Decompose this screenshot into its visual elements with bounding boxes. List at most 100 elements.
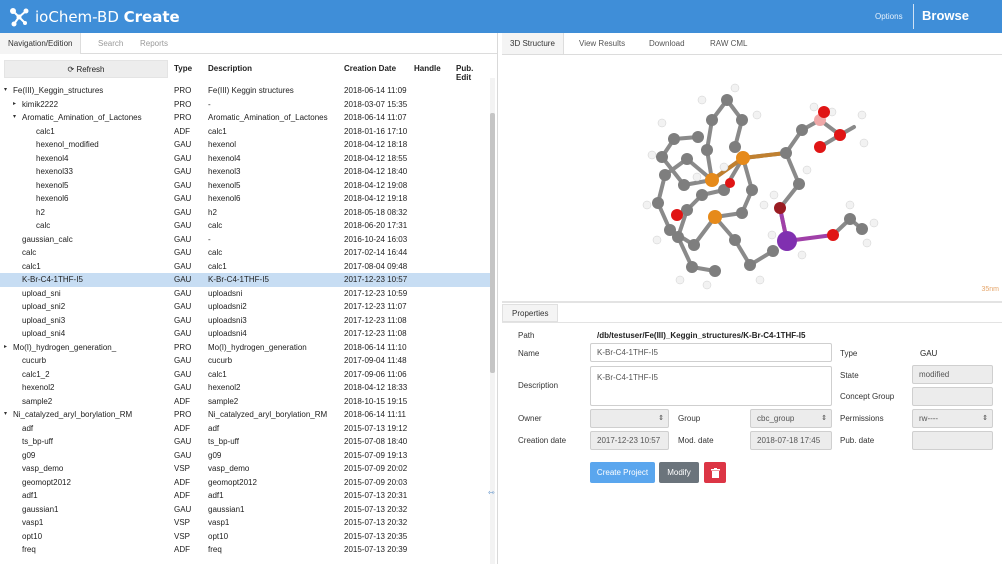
create-project-button[interactable]: Create Project: [590, 462, 655, 483]
col-handle[interactable]: Handle: [414, 64, 441, 73]
left-tabs: Navigation/Edition Search Reports: [0, 33, 497, 54]
description-field[interactable]: K-Br-C4-1THF-I5: [590, 366, 832, 406]
row-name: hexenol2: [22, 383, 55, 392]
tree-row[interactable]: h2 GAU h2 2018-05-18 08:32: [0, 206, 490, 220]
name-field[interactable]: K-Br-C4-1THF-I5: [590, 343, 832, 362]
collapsed-caret-icon[interactable]: ▸: [4, 341, 7, 355]
group-select[interactable]: cbc_group ⇕: [750, 409, 832, 428]
owner-select[interactable]: ⇕: [590, 409, 669, 428]
tree-row[interactable]: gaussian_calc GAU - 2016-10-24 16:03: [0, 233, 490, 247]
row-type: ADF: [174, 126, 190, 136]
row-name: vasp1: [22, 518, 44, 527]
row-name: K-Br-C4-1THF-I5: [22, 275, 83, 284]
row-description: uploadsni3: [208, 315, 247, 325]
permissions-select[interactable]: rw---- ⇕: [912, 409, 993, 428]
modify-button[interactable]: Modify: [659, 462, 699, 483]
row-description: hexenol4: [208, 153, 241, 163]
tree-row[interactable]: hexenol2 GAU hexenol2 2018-04-12 18:33: [0, 381, 490, 395]
tree-row[interactable]: K-Br-C4-1THF-I5 GAU K-Br-C4-1THF-I5 2017-12…: [0, 273, 490, 287]
tab-3d-structure[interactable]: 3D Structure: [502, 33, 564, 54]
row-description: calc1: [208, 369, 227, 379]
tree-row[interactable]: calc GAU calc 2018-06-20 17:31: [0, 219, 490, 233]
row-name: gaussian_calc: [22, 234, 73, 244]
tree-row[interactable]: calc1 ADF calc1 2018-01-16 17:10: [0, 125, 490, 139]
tree-row[interactable]: calc1 GAU calc1 2017-08-04 09:48: [0, 260, 490, 274]
tab-reports[interactable]: Reports: [132, 33, 176, 54]
description-label: Description: [518, 381, 559, 390]
row-creation-date: 2015-07-13 20:32: [344, 504, 408, 514]
tree-row[interactable]: ▾ Ni_catalyzed_aryl_borylation_RM PRO Ni_ca…: [0, 408, 490, 422]
tree-row[interactable]: hexenol5 GAU hexenol5 2018-04-12 19:08: [0, 179, 490, 193]
row-name: Ni_catalyzed_aryl_borylation_RM: [13, 410, 133, 419]
tab-navigation-edition[interactable]: Navigation/Edition: [0, 33, 82, 54]
tree-row[interactable]: sample2 ADF sample2 2018-10-15 19:15: [0, 395, 490, 409]
tree-row[interactable]: ▸ kimik2222 PRO - 2018-03-07 15:35: [0, 98, 490, 112]
tab-view-results[interactable]: View Results: [571, 33, 633, 54]
pub-date-field: [912, 431, 993, 450]
molecule-3d-viewer[interactable]: [502, 55, 1002, 301]
collapsed-caret-icon[interactable]: ▸: [13, 98, 16, 112]
tree-row[interactable]: adf1 ADF adf1 2015-07-13 20:31: [0, 489, 490, 503]
tree-row[interactable]: upload_sni3 GAU uploadsni3 2017-12-23 11:08: [0, 314, 490, 328]
col-creation-date[interactable]: Creation Date: [344, 64, 396, 73]
brand[interactable]: ioChem-BD Create: [8, 6, 180, 28]
tree-row[interactable]: ▾ Fe(III)_Keggin_structures PRO Fe(III) Keg…: [0, 84, 490, 98]
expanded-caret-icon[interactable]: ▾: [4, 408, 7, 422]
row-description: sample2: [208, 396, 239, 406]
tree-row[interactable]: vasp1 VSP vasp1 2015-07-13 20:32: [0, 516, 490, 530]
row-name: hexenol_modified: [36, 140, 99, 149]
tree-column-header: ⟳ Refresh Type Description Creation Date…: [0, 60, 490, 82]
row-description: gaussian1: [208, 504, 245, 514]
row-type: GAU: [174, 261, 192, 271]
delete-button[interactable]: [704, 462, 726, 483]
tree-row[interactable]: ts_bp-uff GAU ts_bp-uff 2015-07-08 18:40: [0, 435, 490, 449]
row-name: ts_bp-uff: [22, 437, 53, 446]
expanded-caret-icon[interactable]: ▾: [4, 84, 7, 98]
viewer-divider[interactable]: [502, 301, 1002, 303]
tree-row[interactable]: calc GAU calc 2017-02-14 16:44: [0, 246, 490, 260]
row-creation-date: 2018-06-14 11:07: [344, 113, 407, 122]
tree-row[interactable]: ▾ Aromatic_Amination_of_Lactones PRO Aromat…: [0, 111, 490, 125]
row-description: hexenol2: [208, 383, 241, 392]
tree-row[interactable]: upload_sni2 GAU uploadsni2 2017-12-23 11:07: [0, 300, 490, 314]
name-label: Name: [518, 349, 540, 358]
tree-row[interactable]: opt10 VSP opt10 2015-07-13 20:35: [0, 530, 490, 544]
col-description[interactable]: Description: [208, 64, 252, 73]
tree-row[interactable]: hexenol33 GAU hexenol3 2018-04-12 18:40: [0, 165, 490, 179]
browse-link[interactable]: Browse: [922, 8, 969, 23]
row-type: GAU: [174, 329, 192, 338]
tree-row[interactable]: geomopt2012 ADF geomopt2012 2015-07-09 20:0…: [0, 476, 490, 490]
tree-row[interactable]: hexenol_modified GAU hexenol 2018-04-12 18:…: [0, 138, 490, 152]
tree-row[interactable]: ▸ Mo(I)_hydrogen_generation_ PRO Mo(I)_hydr…: [0, 341, 490, 355]
expanded-caret-icon[interactable]: ▾: [13, 111, 16, 125]
row-description: ts_bp-uff: [208, 437, 239, 446]
tree-row[interactable]: upload_sni4 GAU uploadsni4 2017-12-23 11:08: [0, 327, 490, 341]
refresh-button[interactable]: ⟳ Refresh: [4, 60, 168, 78]
row-description: adf: [208, 423, 220, 433]
tree-scroll-thumb[interactable]: [490, 113, 495, 373]
panel-splitter-handle[interactable]: ⇿: [488, 488, 495, 497]
tab-search[interactable]: Search: [90, 33, 131, 54]
tree-row[interactable]: hexenol4 GAU hexenol4 2018-04-12 18:55: [0, 152, 490, 166]
tree-row[interactable]: gaussian1 GAU gaussian1 2015-07-13 20:32: [0, 503, 490, 517]
select-arrows-icon: ⇕: [982, 415, 988, 422]
tree-row[interactable]: hexenol6 GAU hexenol6 2018-04-12 19:18: [0, 192, 490, 206]
row-name: hexenol33: [36, 167, 73, 176]
tab-raw-cml[interactable]: RAW CML: [702, 33, 755, 54]
tree-row[interactable]: freq ADF freq 2015-07-13 20:39: [0, 543, 490, 557]
tree-row[interactable]: vasp_demo VSP vasp_demo 2015-07-09 20:02: [0, 462, 490, 476]
mod-date-field: 2018-07-18 17:45: [750, 431, 832, 450]
tree-row[interactable]: cucurb GAU cucurb 2017-09-04 11:48: [0, 354, 490, 368]
tab-properties[interactable]: Properties: [502, 304, 559, 322]
options-link[interactable]: Options: [875, 12, 903, 21]
tab-download[interactable]: Download: [641, 33, 693, 54]
app-title: ioChem-BD Create: [35, 8, 180, 26]
col-pub-edit[interactable]: Pub. Edit: [456, 64, 490, 82]
col-type[interactable]: Type: [174, 64, 192, 73]
tree-row[interactable]: upload_sni GAU uploadsni 2017-12-23 10:59: [0, 287, 490, 301]
tree-row[interactable]: g09 GAU g09 2015-07-09 19:13: [0, 449, 490, 463]
row-type: VSP: [174, 518, 191, 527]
row-creation-date: 2015-07-08 18:40: [344, 437, 408, 446]
tree-row[interactable]: calc1_2 GAU calc1 2017-09-06 11:06: [0, 368, 490, 382]
tree-row[interactable]: adf ADF adf 2015-07-13 19:12: [0, 422, 490, 436]
